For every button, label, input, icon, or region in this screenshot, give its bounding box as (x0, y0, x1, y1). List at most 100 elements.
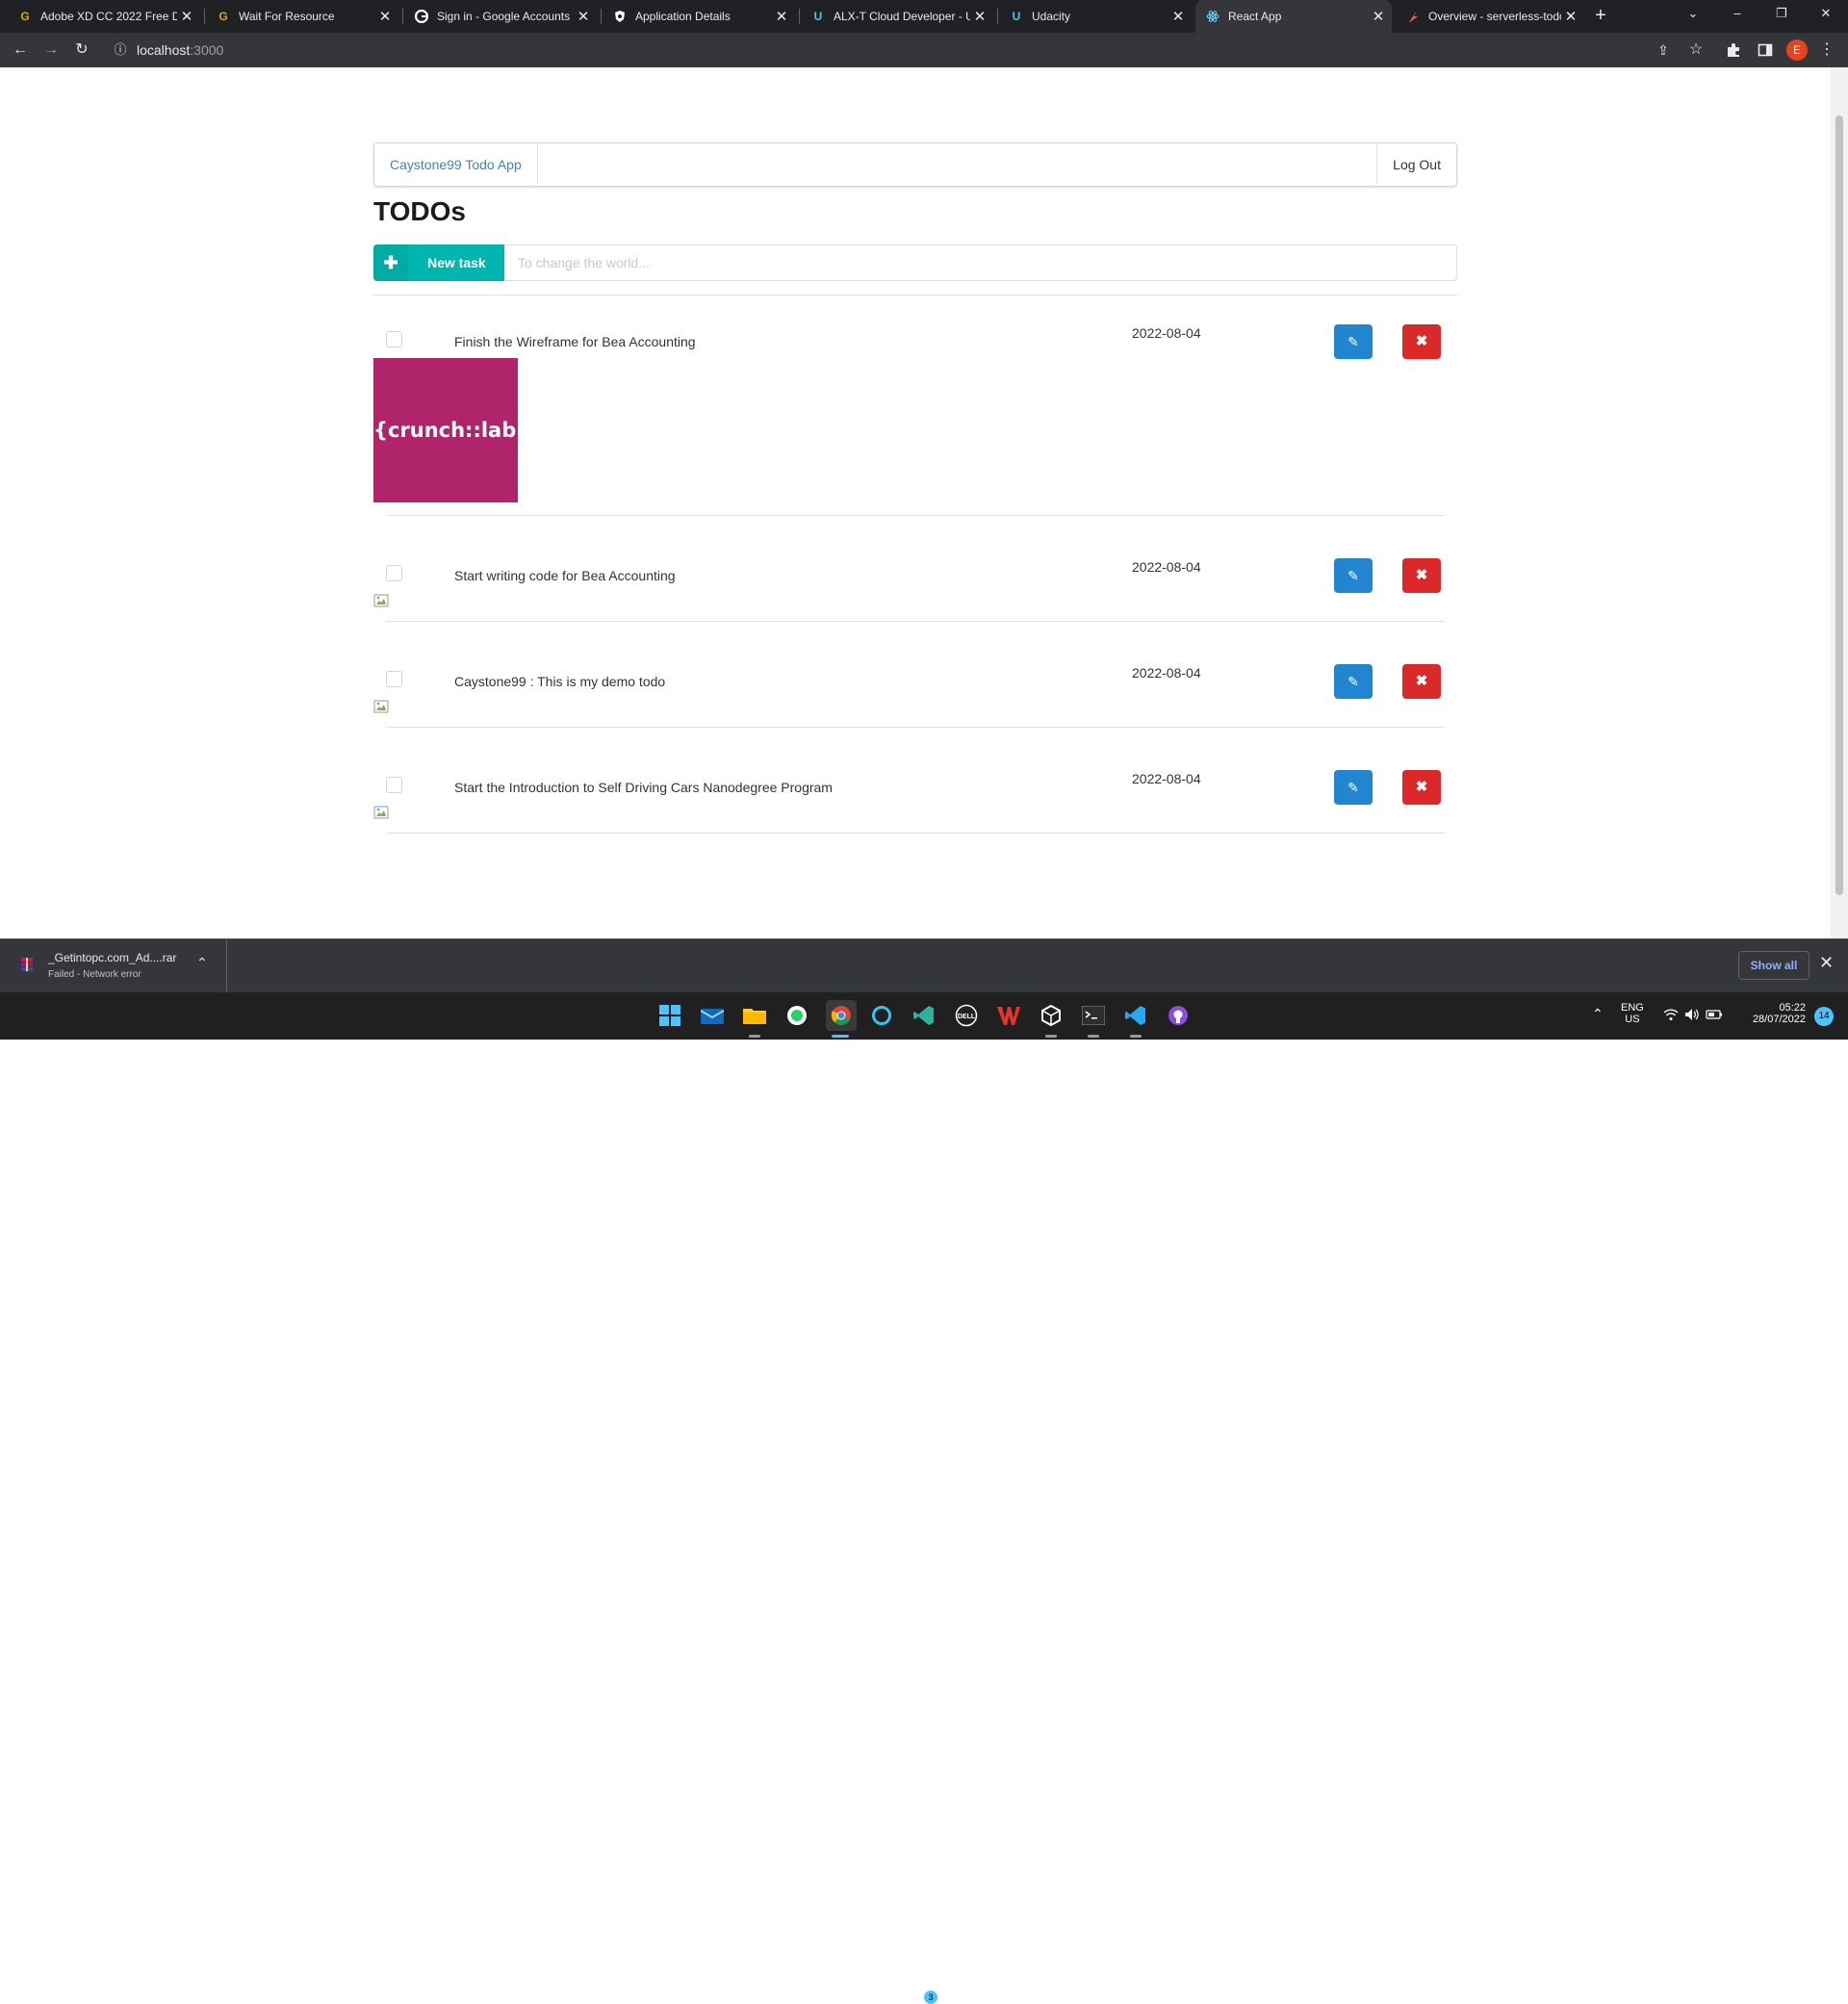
forward-arrow-icon[interactable]: → (39, 39, 63, 62)
chrome-icon[interactable] (826, 1000, 857, 1031)
windows-start-icon[interactable] (656, 1002, 683, 1029)
delete-todo-button[interactable]: ✖ (1402, 770, 1441, 805)
extensions-puzzle-icon[interactable] (1722, 39, 1745, 62)
vscode-icon[interactable] (1122, 1002, 1149, 1029)
browser-tab[interactable]: U Udacity ✕ (999, 0, 1192, 33)
more-menu-icon[interactable]: ⋮ (1815, 39, 1838, 62)
browser-toolbar: ← → ↻ ⓘ localhost:3000 ⇪ ☆ E ⋮ (0, 33, 1848, 67)
reload-icon[interactable]: ↻ (70, 39, 93, 62)
edit-todo-button[interactable]: ✎ (1334, 770, 1373, 805)
plus-icon: ✚ (373, 244, 408, 281)
chevron-up-icon[interactable]: ⌃ (196, 955, 208, 971)
browser-tab-strip: G Adobe XD CC 2022 Free D ✕ G Wait For R… (0, 0, 1848, 33)
github-desktop-icon[interactable] (1165, 1002, 1192, 1029)
unity-icon[interactable] (1038, 1002, 1065, 1029)
close-tab-icon[interactable]: ✕ (970, 8, 989, 25)
divider (386, 515, 1445, 516)
input-language[interactable]: ENG US (1621, 1002, 1644, 1025)
divider (386, 833, 1445, 834)
todo-done-checkbox[interactable] (386, 777, 402, 793)
auth0-icon (612, 9, 628, 24)
tab-separator (204, 9, 205, 24)
notification-center-badge[interactable]: 14 (1814, 1007, 1834, 1026)
browser-tab[interactable]: G Adobe XD CC 2022 Free D ✕ (8, 0, 200, 33)
battery-icon[interactable] (1706, 1008, 1723, 1026)
close-tab-icon[interactable]: ✕ (574, 8, 593, 25)
new-tab-button[interactable]: + (1586, 2, 1615, 31)
bookmark-star-icon[interactable]: ☆ (1684, 39, 1707, 62)
new-task-button[interactable]: ✚ New task (373, 244, 504, 281)
close-tab-icon[interactable]: ✕ (1369, 8, 1388, 25)
running-indicator (1088, 1035, 1099, 1038)
show-all-downloads-button[interactable]: Show all (1738, 951, 1810, 980)
serverless-icon (1405, 9, 1421, 24)
getintopc-icon: G (20, 10, 30, 23)
close-tab-icon[interactable]: ✕ (1561, 8, 1580, 25)
page-title: TODOs (373, 196, 466, 226)
file-explorer-icon[interactable] (741, 1002, 768, 1029)
back-arrow-icon[interactable]: ← (9, 39, 32, 62)
edit-todo-button[interactable]: ✎ (1334, 664, 1373, 699)
browser-tab[interactable]: Application Details ✕ (603, 0, 795, 33)
close-tab-icon[interactable]: ✕ (1168, 8, 1188, 25)
close-tab-icon[interactable]: ✕ (772, 8, 791, 25)
app-brand-link[interactable]: Caystone99 Todo App (374, 143, 538, 186)
wps-office-icon[interactable] (995, 1002, 1022, 1029)
clock-date: 28/07/2022 (1752, 1014, 1806, 1025)
notification-badge: 3 (924, 1991, 937, 2004)
browser-tab[interactable]: Sign in - Google Accounts ✕ (404, 0, 597, 33)
share-icon[interactable]: ⇪ (1652, 39, 1675, 62)
todo-name: Start the Introduction to Self Driving C… (454, 780, 833, 795)
todo-due-date: 2022-08-04 (1132, 559, 1201, 575)
logout-button[interactable]: Log Out (1376, 143, 1456, 186)
terminal-icon[interactable] (1080, 1002, 1107, 1029)
restore-button[interactable]: ❐ (1759, 0, 1804, 29)
page-scrollbar[interactable] (1831, 67, 1848, 938)
side-panel-icon[interactable] (1754, 39, 1777, 62)
todo-done-checkbox[interactable] (386, 565, 402, 581)
getintopc-icon: G (218, 10, 228, 23)
browser-tab[interactable]: Overview - serverless-todo ✕ (1396, 0, 1584, 33)
whatsapp-icon[interactable] (783, 1002, 810, 1029)
close-download-bar-icon[interactable]: ✕ (1819, 953, 1834, 973)
active-indicator (832, 1035, 849, 1038)
profile-avatar[interactable]: E (1786, 39, 1808, 61)
new-task-label: New task (427, 255, 486, 270)
todo-attachment-image: {crunch::lab} (373, 358, 530, 502)
scrollbar-thumb[interactable] (1835, 116, 1843, 895)
delete-todo-button[interactable]: ✖ (1402, 558, 1441, 593)
new-task-input[interactable] (504, 244, 1457, 281)
site-info-icon[interactable]: ⓘ (109, 39, 132, 62)
browser-tab-active[interactable]: React App ✕ (1195, 0, 1392, 33)
tab-search-chevron-icon[interactable]: ⌄ (1671, 0, 1715, 29)
delete-todo-button[interactable]: ✖ (1402, 324, 1441, 359)
mail-icon[interactable] (699, 1002, 726, 1029)
vscode-insiders-icon[interactable] (911, 1002, 937, 1029)
react-icon (1205, 9, 1220, 24)
download-item[interactable]: _Getintopc.com_Ad....rar Failed - Networ… (0, 939, 227, 993)
wifi-icon[interactable] (1663, 1008, 1679, 1026)
address-bar[interactable]: localhost:3000 (137, 42, 223, 58)
browser-tab[interactable]: U ALX-T Cloud Developer - U ✕ (801, 0, 993, 33)
todo-due-date: 2022-08-04 (1132, 665, 1201, 681)
cortana-icon[interactable] (868, 1002, 895, 1029)
chevron-up-icon[interactable]: ⌃ (1592, 1006, 1604, 1022)
volume-icon[interactable] (1684, 1008, 1700, 1026)
close-tab-icon[interactable]: ✕ (375, 8, 395, 25)
language-code: ENG (1621, 1002, 1644, 1014)
close-window-button[interactable]: ✕ (1804, 0, 1848, 29)
browser-tab[interactable]: G Wait For Resource ✕ (206, 0, 398, 33)
edit-todo-button[interactable]: ✎ (1334, 558, 1373, 593)
clock[interactable]: 05:22 28/07/2022 (1738, 1002, 1806, 1025)
close-tab-icon[interactable]: ✕ (177, 8, 196, 25)
dell-icon[interactable]: DELL (953, 1002, 980, 1029)
todo-done-checkbox[interactable] (386, 331, 402, 347)
todo-done-checkbox[interactable] (386, 671, 402, 687)
minimize-button[interactable]: – (1715, 0, 1759, 29)
tab-separator (799, 9, 800, 24)
broken-image-icon (373, 700, 389, 713)
running-indicator (1130, 1035, 1142, 1038)
close-icon: ✖ (1415, 673, 1428, 689)
delete-todo-button[interactable]: ✖ (1402, 664, 1441, 699)
edit-todo-button[interactable]: ✎ (1334, 324, 1373, 359)
